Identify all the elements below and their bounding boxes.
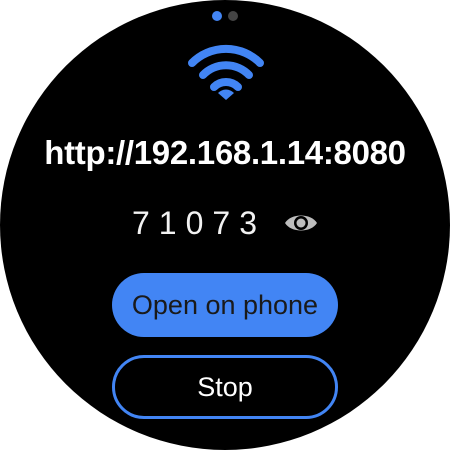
stop-label: Stop xyxy=(197,371,253,402)
stop-button[interactable]: Stop xyxy=(112,355,338,419)
eye-icon[interactable] xyxy=(284,212,318,234)
open-on-phone-label: Open on phone xyxy=(131,289,319,320)
page-dot-inactive xyxy=(228,11,238,21)
access-code: 71073 xyxy=(132,205,266,241)
page-dot-active xyxy=(212,11,222,21)
access-code-row: 71073 xyxy=(0,203,450,243)
wifi-icon xyxy=(188,44,264,100)
open-on-phone-button[interactable]: Open on phone xyxy=(112,273,338,337)
server-url: http://192.168.1.14:8080 xyxy=(44,134,406,171)
page-indicator xyxy=(0,11,450,21)
watch-screen: http://192.168.1.14:8080 71073 Open on p… xyxy=(0,0,450,450)
